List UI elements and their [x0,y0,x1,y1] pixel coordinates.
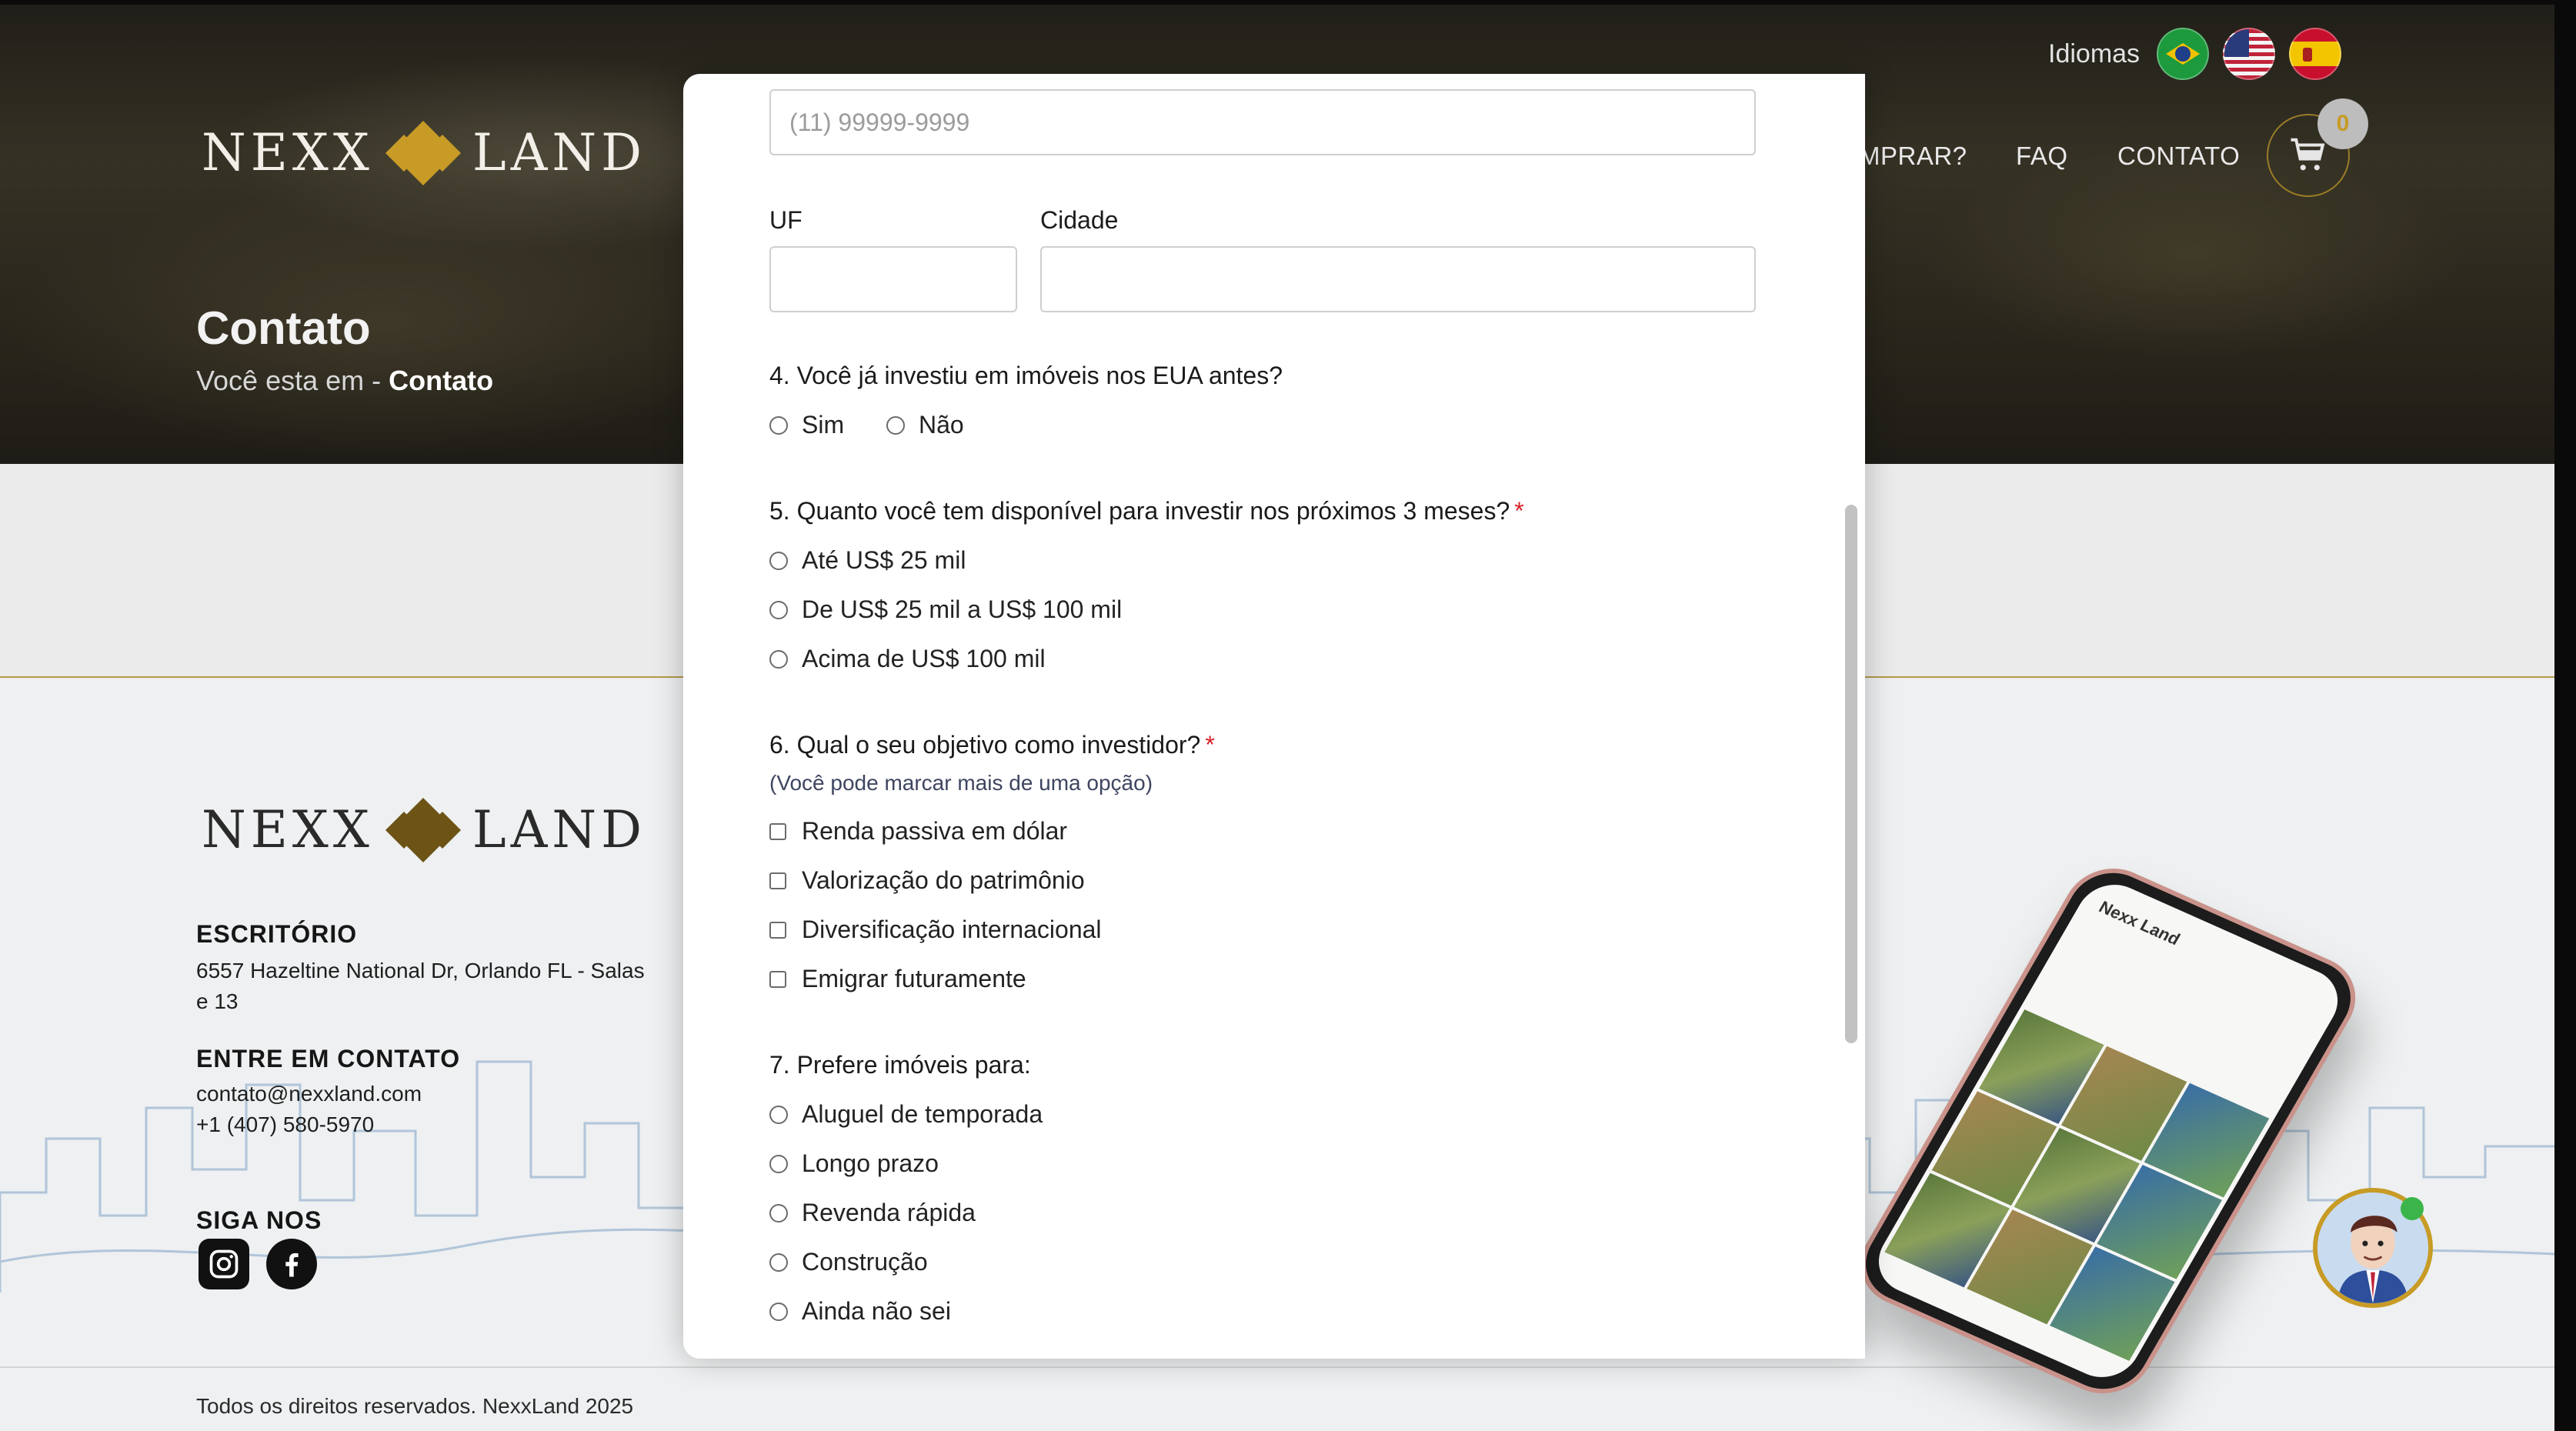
q7-option-3[interactable]: Revenda rápida [769,1199,976,1227]
footer-logo-word-left: NEXX [202,800,374,859]
modal-scrollbar-thumb[interactable] [1845,505,1857,1043]
question-6-note: (Você pode marcar mais de uma opção) [769,771,1153,795]
logo-word-left: NEXX [202,123,374,182]
radio-button[interactable] [769,1253,788,1272]
top-strip [0,0,2576,5]
language-label: Idiomas [2048,38,2141,68]
spain-flag-icon[interactable] [2289,28,2342,80]
city-input[interactable] [1040,246,1756,312]
breadcrumb-prefix: Você esta em - [196,365,389,396]
footer-logo-diamond-icon [385,797,461,862]
contact-form-modal: UF Cidade 4. Você já investiu em imóveis… [683,74,1865,1359]
q5-option-2[interactable]: De US$ 25 mil a US$ 100 mil [769,595,1122,624]
office-address-line2: e 13 [196,989,239,1013]
question-5: 5. Quanto você tem disponível para inves… [769,497,1524,525]
footer-logo[interactable]: NEXX LAND [202,797,647,862]
radio-button[interactable] [769,1203,788,1223]
checkbox[interactable] [769,872,786,889]
q5-option-3[interactable]: Acima de US$ 100 mil [769,645,1046,673]
modal-scrollbar[interactable] [1837,74,1865,1359]
option-label: Ainda não sei [802,1297,951,1325]
option-label: Não [919,411,964,439]
cart-icon [2291,138,2325,171]
checkbox[interactable] [769,970,786,988]
q4-option-sim[interactable]: Sim [769,411,844,439]
header-logo[interactable]: NEXX LAND [202,120,647,185]
option-label: Longo prazo [802,1149,939,1177]
option-label: De US$ 25 mil a US$ 100 mil [802,595,1123,623]
uf-input[interactable] [769,246,1017,312]
radio-button[interactable] [769,1302,788,1321]
contact-phone-link[interactable]: +1 (407) 580-5970 [196,1109,374,1140]
q7-option-4[interactable]: Construção [769,1248,928,1276]
q7-option-1[interactable]: Aluguel de temporada [769,1100,1043,1129]
language-selector: Idiomas [2048,28,2342,80]
option-label: Valorização do patrimônio [802,866,1085,894]
nav-item-faq[interactable]: FAQ [2016,142,2068,171]
question-6-text: 6. Qual o seu objetivo como investidor? [769,731,1201,759]
uf-label: UF [769,206,802,234]
phone-input[interactable] [769,89,1756,155]
q5-option-1[interactable]: Até US$ 25 mil [769,546,966,575]
q7-option-2[interactable]: Longo prazo [769,1149,939,1178]
option-label: Revenda rápida [802,1199,976,1226]
question-5-text: 5. Quanto você tem disponível para inves… [769,497,1510,525]
logo-word-right: LAND [472,123,647,182]
question-4: 4. Você já investiu em imóveis nos EUA a… [769,362,1283,389]
logo-diamond-icon [385,120,461,185]
usa-flag-icon[interactable] [2223,28,2276,80]
q6-option-4[interactable]: Emigrar futuramente [769,965,1026,993]
radio-button[interactable] [769,600,788,619]
option-label: Sim [802,411,845,439]
office-address-line1: 6557 Hazeltine National Dr, Orlando FL -… [196,959,645,982]
copyright-text: Todos os direitos reservados. NexxLand 2… [196,1394,634,1418]
option-label: Construção [802,1248,928,1276]
breadcrumb: Você esta em - Contato [196,365,493,397]
instagram-icon[interactable] [199,1239,249,1289]
brazil-flag-icon[interactable] [2157,28,2210,80]
q4-option-nao[interactable]: Não [886,411,964,439]
radio-button[interactable] [886,415,905,435]
breadcrumb-current[interactable]: Contato [389,365,493,396]
cart-count-badge: 0 [2317,98,2368,149]
option-label: Acima de US$ 100 mil [802,645,1046,672]
online-status-dot [2401,1197,2424,1220]
required-marker: * [1514,497,1524,525]
social-heading: SIGA NOS [196,1206,322,1234]
nav-item-contato[interactable]: CONTATO [2117,142,2240,171]
checkbox[interactable] [769,822,786,840]
contact-heading: ENTRE EM CONTATO [196,1045,461,1072]
window-edge [2554,0,2576,1431]
radio-button[interactable] [769,1105,788,1124]
footer-logo-word-right: LAND [472,800,647,859]
nav-item-como-comprar[interactable]: MPRAR? [1859,142,1967,171]
radio-button[interactable] [769,415,788,435]
option-label: Aluguel de temporada [802,1100,1043,1128]
radio-button[interactable] [769,1154,788,1173]
office-heading: ESCRITÓRIO [196,920,358,948]
checkbox[interactable] [769,921,786,939]
radio-button[interactable] [769,551,788,570]
page-title: Contato [196,302,371,354]
option-label: Até US$ 25 mil [802,546,966,574]
q7-option-5[interactable]: Ainda não sei [769,1297,951,1326]
facebook-icon[interactable] [266,1239,317,1289]
q6-option-1[interactable]: Renda passiva em dólar [769,817,1067,846]
q6-option-2[interactable]: Valorização do patrimônio [769,866,1085,895]
footer-divider [0,1366,2554,1368]
city-label: Cidade [1040,206,1119,234]
contact-email-link[interactable]: contato@nexxland.com [196,1079,422,1109]
required-marker: * [1205,731,1215,759]
option-label: Diversificação internacional [802,916,1102,943]
question-7: 7. Prefere imóveis para: [769,1051,1031,1079]
option-label: Emigrar futuramente [802,965,1026,992]
question-6: 6. Qual o seu objetivo como investidor? * [769,731,1215,759]
radio-button[interactable] [769,649,788,669]
option-label: Renda passiva em dólar [802,817,1068,845]
app-phone-mockup: Nexx Land [1844,853,2373,1409]
q6-option-3[interactable]: Diversificação internacional [769,916,1102,944]
